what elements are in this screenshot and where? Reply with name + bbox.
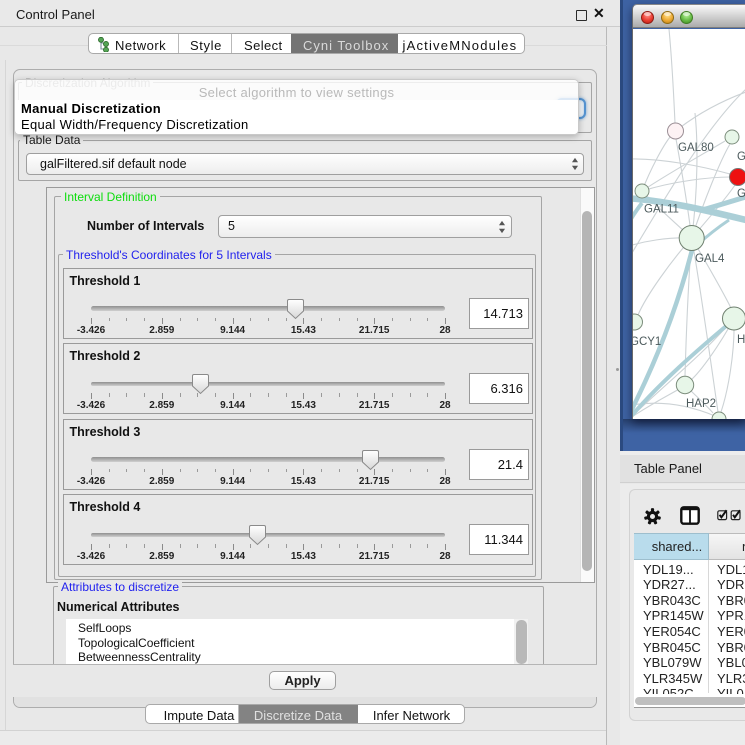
svg-text:GCY1: GCY1: [633, 336, 661, 348]
svg-text:HAP2: HAP2: [686, 398, 716, 410]
svg-text:GAL4: GAL4: [695, 253, 725, 265]
svg-text:GAL80: GAL80: [678, 142, 714, 154]
svg-text:GAL11: GAL11: [644, 204, 679, 216]
svg-text:GA: GA: [737, 151, 745, 163]
svg-text:H: H: [737, 334, 745, 346]
svg-text:G: G: [737, 188, 745, 200]
